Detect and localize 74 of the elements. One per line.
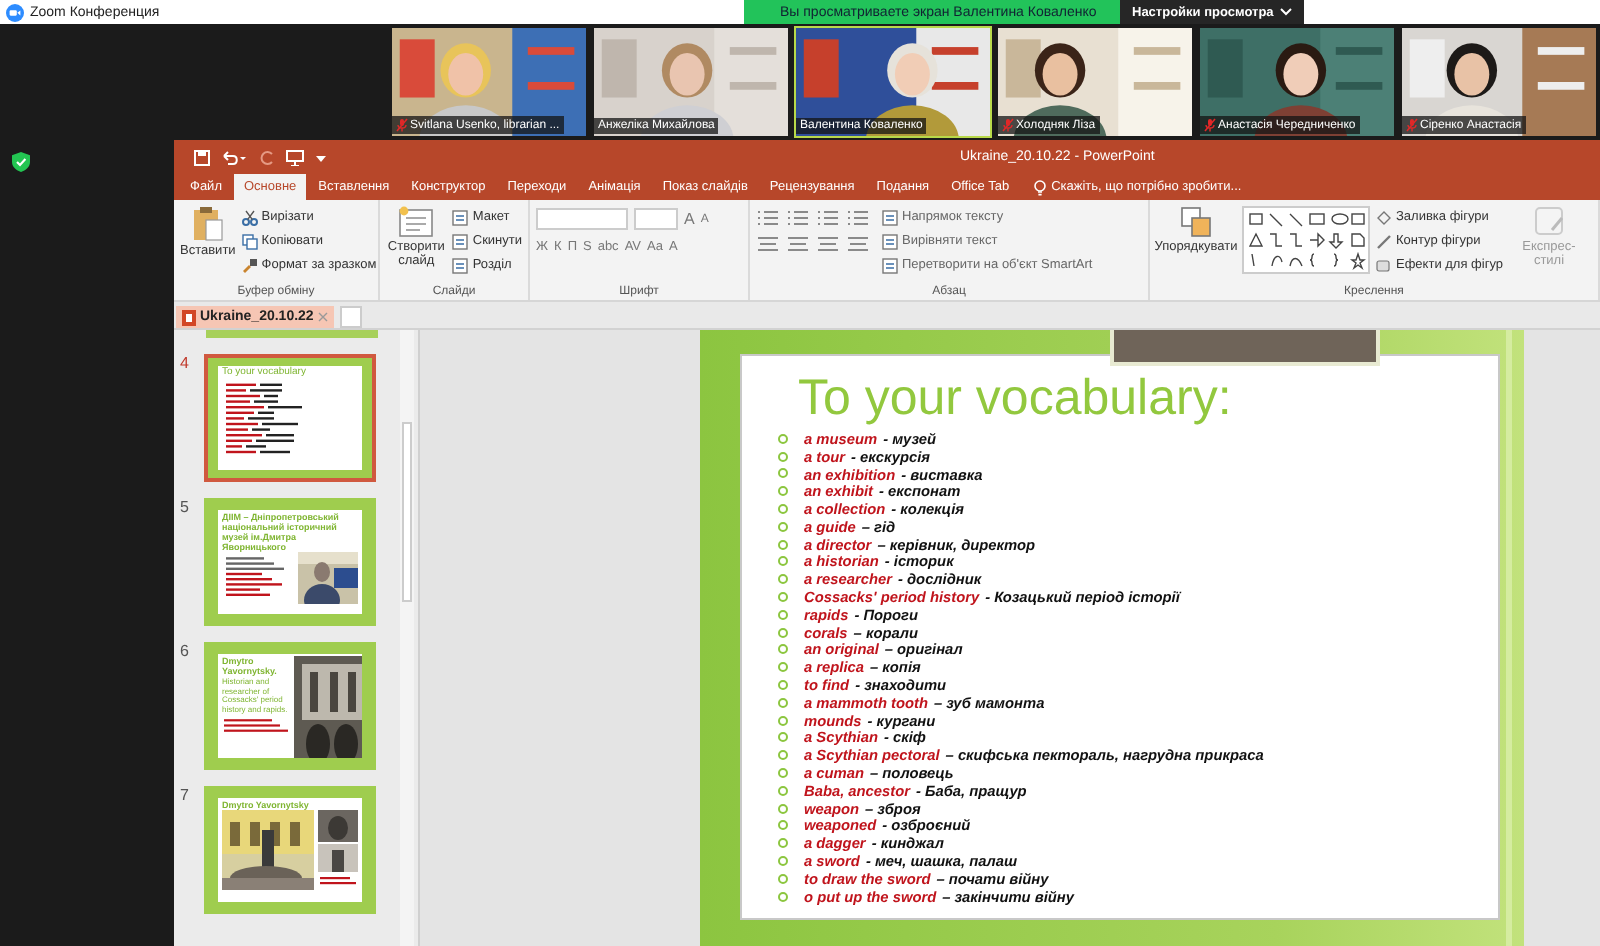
- bullet-icon: [778, 873, 788, 884]
- bullet-icon: [778, 715, 788, 726]
- bullet-icon: [778, 891, 788, 902]
- bullet-icon: [778, 592, 788, 603]
- arrange-icon: [1180, 206, 1212, 238]
- slide-title: To your vocabulary:: [796, 370, 1234, 426]
- bullet-icon: [778, 644, 788, 655]
- slide-number: 7: [178, 786, 191, 804]
- bullet-icon: [778, 820, 788, 831]
- powerpoint-icon: [182, 309, 196, 325]
- list-icon[interactable]: [816, 210, 840, 226]
- bullet-icon: [778, 468, 788, 479]
- copy-icon: [241, 233, 258, 249]
- pencil-icon: [1376, 233, 1392, 249]
- font-size-field[interactable]: [634, 208, 678, 230]
- font-name-field[interactable]: [536, 208, 628, 230]
- layout-icon: [882, 257, 898, 273]
- bullet-icon: [778, 750, 788, 761]
- brush-icon: [241, 257, 258, 273]
- bullet-icon: [778, 574, 788, 585]
- lightbulb-icon: [1033, 179, 1046, 195]
- bullet-icon: [778, 451, 788, 462]
- scrollbar-thumb[interactable]: [402, 422, 412, 602]
- layout-icon: [882, 209, 898, 225]
- presentation-icon[interactable]: [286, 149, 304, 165]
- bullet-icon: [778, 521, 788, 532]
- slide-number: 4: [178, 354, 191, 372]
- list-icon[interactable]: [756, 210, 780, 226]
- bullet-icon: [778, 662, 788, 673]
- layout-icon: [882, 233, 898, 249]
- bullet-icon: [778, 539, 788, 550]
- effects-icon: [1376, 257, 1392, 273]
- bullet-icon: [778, 803, 788, 814]
- new-tab-button[interactable]: [339, 306, 362, 328]
- bullet-icon: [778, 838, 788, 849]
- shield-icon[interactable]: [12, 152, 30, 172]
- save-icon[interactable]: [194, 149, 210, 165]
- bullet-icon: [778, 556, 788, 567]
- list-icon[interactable]: [846, 210, 870, 226]
- bullet-icon: [778, 486, 788, 497]
- text-lines-drawing: [222, 716, 290, 737]
- redo-icon[interactable]: [258, 149, 274, 165]
- clipboard-icon: [191, 206, 224, 242]
- align-icon[interactable]: [816, 236, 840, 252]
- list-icon[interactable]: [786, 210, 810, 226]
- bullet-icon: [778, 433, 788, 444]
- close-icon[interactable]: [317, 312, 328, 322]
- bullet-icon: [778, 504, 788, 515]
- slide-number: 5: [178, 498, 191, 516]
- bullet-icon: [778, 856, 788, 867]
- text-lines-drawing: [318, 874, 358, 888]
- caret-icon: [1279, 8, 1292, 16]
- align-icon[interactable]: [756, 236, 780, 252]
- bullet-icon: [778, 785, 788, 796]
- layout-icon: [452, 233, 469, 249]
- shapes-gallery[interactable]: [1242, 206, 1370, 274]
- bullet-icon: [778, 732, 788, 743]
- slide-thumbnail[interactable]: [206, 330, 378, 338]
- customize-caret-icon[interactable]: [316, 153, 326, 161]
- new-slide-icon: [398, 206, 435, 238]
- bullet-icon: [778, 609, 788, 620]
- styles-icon: [1533, 206, 1565, 238]
- undo-icon[interactable]: [222, 149, 246, 165]
- scissors-icon: [241, 209, 258, 225]
- layout-icon: [452, 257, 469, 273]
- layout-icon: [452, 209, 469, 225]
- bullet-icon: [778, 680, 788, 691]
- bullet-icon: [778, 768, 788, 779]
- bullet-icon: [778, 627, 788, 638]
- slide-number: 6: [178, 642, 191, 660]
- align-icon[interactable]: [846, 236, 870, 252]
- align-icon[interactable]: [786, 236, 810, 252]
- font-size-button[interactable]: A: [684, 210, 695, 228]
- bullet-icon: [778, 697, 788, 708]
